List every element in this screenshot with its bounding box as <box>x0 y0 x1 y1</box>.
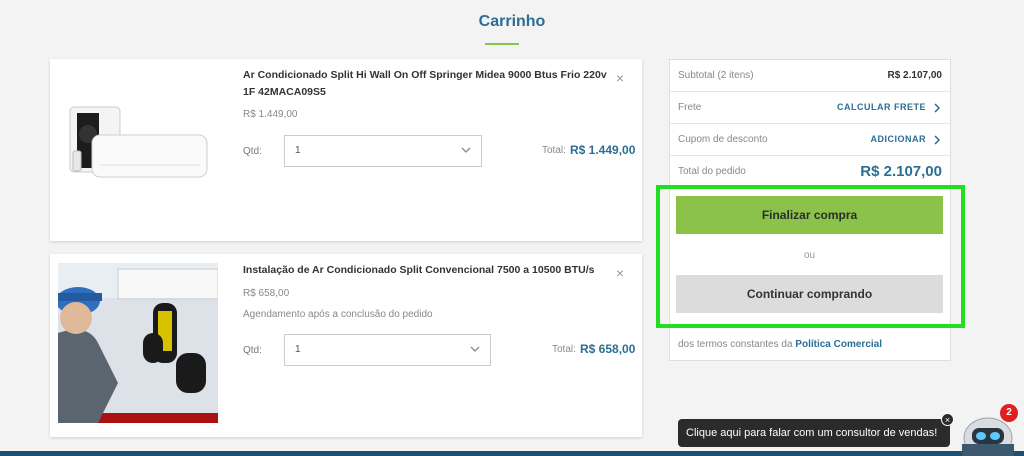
cart-item: Instalação de Ar Condicionado Split Conv… <box>50 254 642 437</box>
subtotal-value: R$ 2.107,00 <box>887 70 943 81</box>
unit-price: R$ 658,00 <box>243 288 290 299</box>
chevron-down-icon <box>470 346 480 352</box>
freight-label: Frete <box>678 102 702 113</box>
subtotal-label: Subtotal (2 itens) <box>678 70 754 81</box>
quantity-value: 1 <box>295 344 301 355</box>
quantity-select[interactable]: 1 <box>284 135 482 167</box>
order-total-row: Total do pedido R$ 2.107,00 <box>670 156 950 188</box>
close-icon[interactable]: × <box>941 413 954 426</box>
add-coupon-link[interactable]: ADICIONAR <box>871 134 927 144</box>
notification-badge: 2 <box>1000 404 1018 422</box>
page-title: Carrinho <box>478 13 546 30</box>
coupon-row[interactable]: Cupom de desconto ADICIONAR <box>670 124 950 156</box>
order-total-value: R$ 2.107,00 <box>860 163 942 180</box>
commercial-policy-link[interactable]: Política Comercial <box>795 339 882 350</box>
terms-prefix: dos termos constantes da <box>678 339 793 350</box>
chevron-right-icon[interactable] <box>932 134 942 146</box>
item-total: R$ 658,00 <box>580 342 636 356</box>
item-total: R$ 1.449,00 <box>570 143 636 157</box>
quantity-select[interactable]: 1 <box>284 334 491 366</box>
remove-item-button[interactable]: × <box>616 71 624 85</box>
product-name[interactable]: Ar Condicionado Split Hi Wall On Off Spr… <box>243 67 613 101</box>
chat-prompt-bubble[interactable]: Clique aqui para falar com um consultor … <box>678 419 950 447</box>
unit-price: R$ 1.449,00 <box>243 109 298 120</box>
highlight-outline <box>656 185 965 328</box>
qty-label: Qtd: <box>243 345 262 356</box>
scheduling-note: Agendamento após a conclusão do pedido <box>243 309 433 320</box>
chevron-right-icon[interactable] <box>932 102 942 114</box>
cart-item: Ar Condicionado Split Hi Wall On Off Spr… <box>50 59 642 241</box>
total-label: Total: <box>542 145 566 156</box>
freight-row[interactable]: Frete CALCULAR FRETE <box>670 92 950 124</box>
qty-label: Qtd: <box>243 146 262 157</box>
terms-text: dos termos constantes da Política Comerc… <box>678 339 882 350</box>
technician-installation-image <box>58 263 218 423</box>
remove-item-button[interactable]: × <box>616 266 624 280</box>
bottom-bar <box>0 451 1024 456</box>
terms-partial-text <box>678 327 681 338</box>
quantity-value: 1 <box>295 145 301 156</box>
title-underline <box>485 43 519 45</box>
order-total-label: Total do pedido <box>678 166 746 177</box>
product-name[interactable]: Instalação de Ar Condicionado Split Conv… <box>243 262 613 279</box>
calculate-freight-link[interactable]: CALCULAR FRETE <box>837 102 926 112</box>
total-label: Total: <box>552 344 576 355</box>
chevron-down-icon <box>461 147 471 153</box>
air-conditioner-product-image <box>69 106 208 178</box>
subtotal-row: Subtotal (2 itens) R$ 2.107,00 <box>670 60 950 92</box>
coupon-label: Cupom de desconto <box>678 134 768 145</box>
